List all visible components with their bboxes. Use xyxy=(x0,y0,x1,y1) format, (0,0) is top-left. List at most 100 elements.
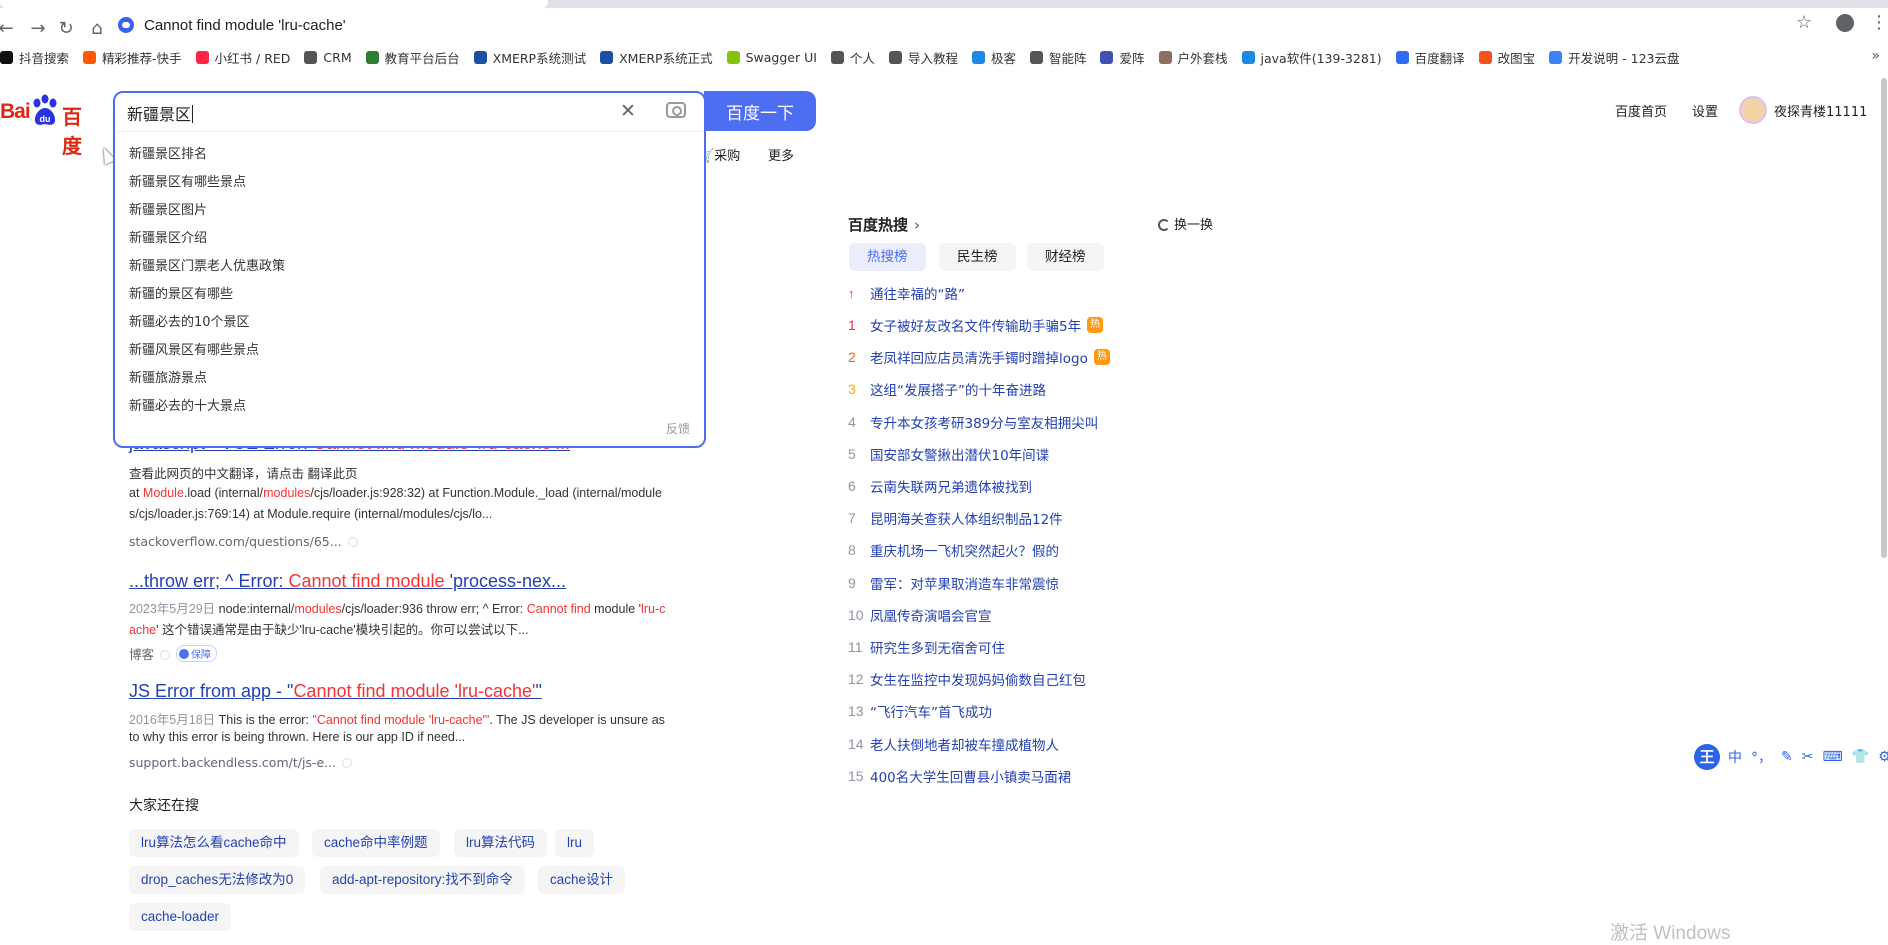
result-title[interactable]: ...throw err; ^ Error: Cannot find modul… xyxy=(129,571,566,592)
hot-list-item[interactable]: 7 昆明海关查获人体组织制品12件 xyxy=(848,507,1063,529)
site-info-icon[interactable] xyxy=(118,17,134,33)
bookmark-item[interactable]: 导入教程 xyxy=(888,48,958,67)
bookmark-item[interactable]: 极客 xyxy=(971,48,1016,67)
hot-list-item[interactable]: 10 凤凰传奇演唱会官宣 xyxy=(848,604,992,626)
related-search-chip[interactable]: lru算法怎么看cache命中 xyxy=(129,829,299,857)
related-search-chip[interactable]: add-apt-repository:找不到命令 xyxy=(320,866,525,894)
hot-list-item[interactable]: 5 国安部女警揪出潜伏10年间谍 xyxy=(848,443,1049,465)
suggestion-item[interactable]: 新疆风景区有哪些景点 xyxy=(129,339,259,358)
related-search-chip[interactable]: lru算法代码 xyxy=(454,829,548,857)
suggestion-item[interactable]: 新疆必去的十大景点 xyxy=(129,395,246,414)
address-text[interactable]: Cannot find module 'lru-cache' xyxy=(144,17,346,34)
ime-logo-icon[interactable]: 王 xyxy=(1694,744,1720,770)
bookmark-item[interactable]: 小红书 / RED xyxy=(195,48,290,67)
forward-icon[interactable]: → xyxy=(26,17,50,41)
baidu-logo[interactable]: Bai du 百度 xyxy=(0,94,98,158)
related-search-chip[interactable]: drop_caches无法修改为0 xyxy=(129,866,306,894)
suggestion-item[interactable]: 新疆旅游景点 xyxy=(129,367,207,386)
reload-icon[interactable]: ↻ xyxy=(54,17,78,41)
result-source[interactable]: 博客 保障 xyxy=(129,644,218,663)
settings-link[interactable]: 设置 xyxy=(1692,101,1718,120)
hot-list-item[interactable]: 2 老凤祥回应店员清洗手镯时蹭掉logo 热 xyxy=(848,346,1110,368)
bookmark-item[interactable]: 百度翻译 xyxy=(1395,48,1465,67)
bookmark-item[interactable]: 抖音搜索 xyxy=(0,48,69,67)
refresh-button[interactable]: 换一换 xyxy=(1158,214,1213,233)
related-search-chip[interactable]: cache设计 xyxy=(538,866,626,894)
ime-tool-icon[interactable]: 中 xyxy=(1728,747,1742,767)
ime-tool-icon[interactable]: ✎ xyxy=(1781,749,1793,765)
source-menu-icon[interactable] xyxy=(160,650,171,660)
ime-tool-icon[interactable]: ⚙ xyxy=(1878,749,1888,765)
hot-list-item[interactable]: 6 云南失联两兄弟遗体被找到 xyxy=(848,475,1032,497)
bookmark-item[interactable]: java软件(139-3281) xyxy=(1241,48,1382,67)
bookmark-item[interactable]: 精彩推荐-快手 xyxy=(83,48,182,67)
ime-tool-icon[interactable]: ⌨ xyxy=(1822,749,1842,765)
bookmark-item[interactable]: 智能阵 xyxy=(1029,48,1086,67)
bookmark-item[interactable]: Swagger UI xyxy=(726,50,817,65)
bookmark-item[interactable]: CRM xyxy=(304,50,352,65)
feedback-link[interactable]: 反馈 xyxy=(666,420,690,437)
tab-livelihood[interactable]: 民生榜 xyxy=(939,243,1016,271)
search-button[interactable]: 百度一下 xyxy=(704,91,816,131)
bookmark-item[interactable]: XMERP系统测试 xyxy=(473,48,586,67)
result-source[interactable]: stackoverflow.com/questions/65... xyxy=(129,534,358,549)
bookmark-item[interactable]: 个人 xyxy=(830,48,875,67)
address-bar[interactable]: Cannot find module 'lru-cache' xyxy=(118,12,1808,38)
bookmarks-overflow-icon[interactable]: » xyxy=(1871,48,1880,64)
bookmark-star-icon[interactable]: ☆ xyxy=(1796,12,1812,33)
bookmark-item[interactable]: 开发说明 - 123云盘 xyxy=(1549,48,1680,67)
camera-icon[interactable] xyxy=(666,102,686,118)
username[interactable]: 夜探青楼11111 xyxy=(1774,101,1867,120)
hot-list-item[interactable]: 1 女子被好友改名文件传输助手骗5年热 xyxy=(848,314,1104,336)
hot-list-item[interactable]: 12 女生在监控中发现妈妈偷数自己红包 xyxy=(848,668,1086,690)
hot-list-item[interactable]: 13 “飞行汽车”首飞成功 xyxy=(848,700,992,722)
hot-search-title[interactable]: 百度热搜 › xyxy=(848,214,920,235)
tab-finance[interactable]: 财经榜 xyxy=(1027,243,1104,271)
result-title[interactable]: JS Error from app - "Cannot find module … xyxy=(129,681,542,702)
guarantee-badge[interactable]: 保障 xyxy=(176,645,218,662)
avatar[interactable] xyxy=(1739,96,1767,124)
hot-list-item[interactable]: 4 专升本女孩考研389分与室友相拥尖叫 xyxy=(848,411,1098,433)
hot-pinned-item[interactable]: ↑ 通往幸福的“路” xyxy=(848,282,965,304)
related-search-chip[interactable]: lru xyxy=(555,829,595,857)
suggestion-item[interactable]: 新疆景区有哪些景点 xyxy=(129,171,246,190)
bookmark-item[interactable]: 户外套栈 xyxy=(1158,48,1228,67)
active-tab[interactable] xyxy=(0,0,548,8)
ime-tool-icon[interactable]: °， xyxy=(1751,747,1772,767)
clear-icon[interactable]: ✕ xyxy=(620,100,636,122)
bookmark-item[interactable]: 教育平台后台 xyxy=(365,48,460,67)
result-translate[interactable]: 查看此网页的中文翻译，请点击 翻译此页 xyxy=(129,463,357,482)
related-search-chip[interactable]: cache-loader xyxy=(129,903,232,931)
suggestion-item[interactable]: 新疆景区门票老人优惠政策 xyxy=(129,255,285,274)
page-scrollbar[interactable] xyxy=(1881,78,1887,558)
hot-list-item[interactable]: 11 研究生多到无宿舍可住 xyxy=(848,636,1005,658)
suggestion-item[interactable]: 新疆景区图片 xyxy=(129,199,207,218)
hot-list-item[interactable]: 3 这组“发展搭子”的十年奋进路 xyxy=(848,378,1046,400)
bookmark-item[interactable]: 改图宝 xyxy=(1478,48,1535,67)
suggestion-item[interactable]: 新疆的景区有哪些 xyxy=(129,283,233,302)
ime-toolbar[interactable]: 王中 °， ✎ ✂ ⌨ 👕 ⚙ xyxy=(1694,744,1888,770)
hot-list-item[interactable]: 14 老人扶倒地者却被车撞成植物人 xyxy=(848,733,1059,755)
baidu-home-link[interactable]: 百度首页 xyxy=(1615,101,1667,120)
hot-list-item[interactable]: 8 重庆机场一飞机突然起火？假的 xyxy=(848,539,1059,561)
source-menu-icon[interactable] xyxy=(342,758,353,768)
search-box[interactable]: 新疆景区 ✕ 新疆景区排名新疆景区有哪些景点 新疆景区图片 新疆景区介绍新疆景区门票… xyxy=(113,91,706,448)
tab-hot[interactable]: 热搜榜 xyxy=(849,243,926,271)
hot-list-item[interactable]: 15 400名大学生回曹县小镇卖马面裙 xyxy=(848,765,1071,787)
related-search-chip[interactable]: cache命中率例题 xyxy=(312,829,440,857)
suggestion-item[interactable]: 新疆景区介绍 xyxy=(129,227,207,246)
suggestion-item[interactable]: 新疆景区排名 xyxy=(129,143,207,162)
bookmark-item[interactable]: XMERP系统正式 xyxy=(600,48,713,67)
home-icon[interactable]: ⌂ xyxy=(85,17,109,41)
ime-tool-icon[interactable]: ✂ xyxy=(1802,749,1814,765)
suggestion-item[interactable]: 新疆必去的10个景区 xyxy=(129,311,250,330)
account-icon[interactable] xyxy=(1836,14,1854,32)
tab-more[interactable]: 更多 xyxy=(768,145,794,164)
search-input[interactable]: 新疆景区 xyxy=(127,101,194,125)
ime-tool-icon[interactable]: 👕 xyxy=(1852,749,1869,765)
menu-icon[interactable]: ⋮ xyxy=(1870,12,1888,33)
back-icon[interactable]: ← xyxy=(0,17,18,41)
result-source[interactable]: support.backendless.com/t/js-e... xyxy=(129,755,353,770)
hot-list-item[interactable]: 9 雷军：对苹果取消造车非常震惊 xyxy=(848,572,1059,594)
source-menu-icon[interactable] xyxy=(347,537,358,547)
